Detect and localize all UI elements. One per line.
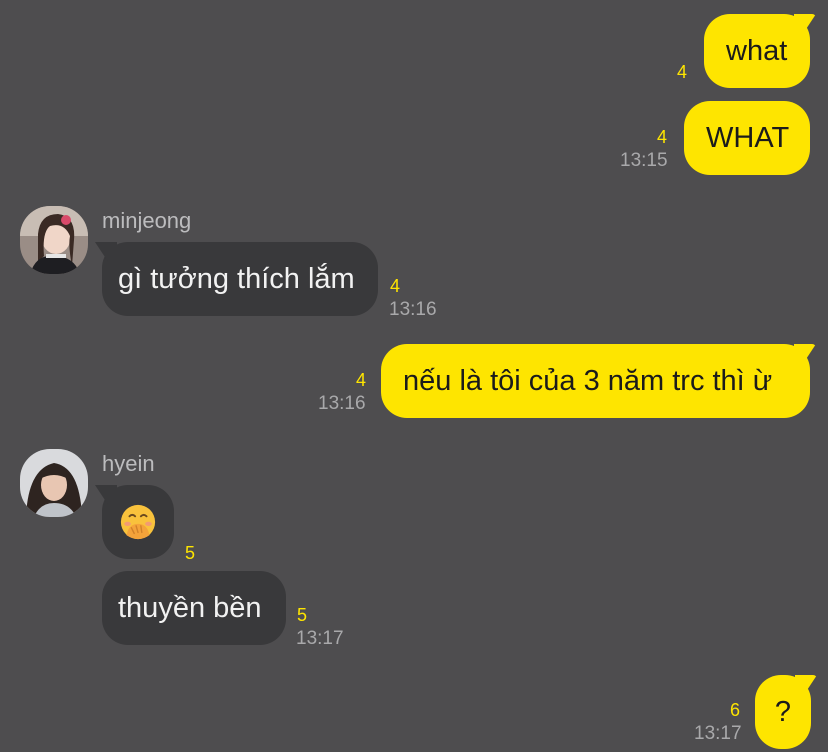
message-text: thuyền bền xyxy=(118,591,262,624)
unread-count: 4 xyxy=(356,370,367,390)
unread-count: 4 xyxy=(390,276,401,296)
sender-name: hyein xyxy=(102,451,155,476)
message-text: gì tưởng thích lắm xyxy=(118,262,355,295)
sender-name: minjeong xyxy=(102,208,192,233)
outgoing-message-bubble[interactable]: nếu là tôi của 3 năm trc thì ừ xyxy=(381,344,810,418)
message-timestamp: 13:16 xyxy=(389,299,437,320)
message-timestamp: 13:16 xyxy=(318,393,366,414)
outgoing-message-bubble[interactable]: ? xyxy=(755,675,811,749)
unread-count: 6 xyxy=(730,700,741,720)
message-text: what xyxy=(726,34,788,67)
incoming-message-bubble[interactable]: thuyền bền xyxy=(102,571,286,645)
incoming-message-bubble[interactable]: gì tưởng thích lắm xyxy=(102,242,378,316)
message-timestamp: 13:17 xyxy=(296,628,344,649)
avatar[interactable] xyxy=(20,206,88,274)
avatar[interactable] xyxy=(20,449,88,517)
message-text: WHAT xyxy=(706,121,790,154)
hyein-avatar-icon xyxy=(20,449,88,517)
message-text: nếu là tôi của 3 năm trc thì ừ xyxy=(403,364,773,397)
message-timestamp: 13:17 xyxy=(694,723,742,744)
message-timestamp: 13:15 xyxy=(620,150,668,171)
face-with-hand-over-mouth-emoji-icon xyxy=(120,504,156,540)
unread-count: 4 xyxy=(677,62,688,82)
incoming-message-bubble[interactable] xyxy=(102,485,174,559)
minjeong-avatar-icon xyxy=(20,206,88,274)
message-text: ? xyxy=(774,695,792,728)
unread-count: 5 xyxy=(185,543,196,563)
unread-count: 4 xyxy=(657,127,668,147)
unread-count: 5 xyxy=(297,605,308,625)
outgoing-message-bubble[interactable]: WHAT xyxy=(684,101,810,175)
outgoing-message-bubble[interactable]: what xyxy=(704,14,810,88)
